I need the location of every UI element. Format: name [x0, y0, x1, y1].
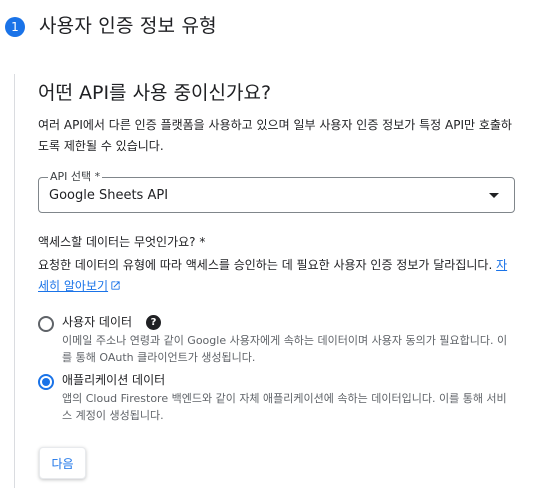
api-select-dropdown[interactable]: API 선택 * Google Sheets API — [38, 170, 515, 213]
api-question-description: 여러 API에서 다른 인증 플랫폼을 사용하고 있으며 일부 사용자 인증 정… — [38, 118, 512, 153]
step-connector-line — [14, 74, 15, 488]
step-number-badge: 1 — [5, 17, 25, 37]
user-data-radio[interactable] — [38, 316, 54, 332]
data-access-description-text: 요청한 데이터의 유형에 따라 액세스를 승인하는 데 필요한 사용자 인증 정… — [38, 258, 493, 272]
application-data-description: 앱의 Cloud Firestore 백엔드와 같이 자체 애플리케이션에 속하… — [62, 392, 507, 422]
api-question-heading: 어떤 API를 사용 중이신가요? — [38, 82, 272, 104]
dropdown-arrow-icon — [489, 193, 499, 198]
question-circle-icon[interactable]: ? — [146, 315, 161, 330]
user-data-description: 이메일 주소나 연령과 같이 Google 사용자에게 속하는 데이터이며 사용… — [62, 334, 508, 364]
data-access-description: 요청한 데이터의 유형에 따라 액세스를 승인하는 데 필요한 사용자 인증 정… — [38, 255, 518, 297]
step-title: 사용자 인증 정보 유형 — [39, 15, 217, 37]
application-data-label[interactable]: 애플리케이션 데이터 — [62, 371, 165, 389]
user-data-label[interactable]: 사용자 데이터 — [62, 313, 132, 331]
next-button[interactable]: 다음 — [39, 447, 86, 479]
api-select-value: Google Sheets API — [49, 188, 169, 203]
open-in-new-icon — [111, 281, 120, 290]
application-data-radio[interactable] — [38, 374, 54, 390]
api-select-label: API 선택 * — [48, 170, 103, 184]
data-access-question: 액세스할 데이터는 무엇인가요? * — [38, 235, 206, 249]
